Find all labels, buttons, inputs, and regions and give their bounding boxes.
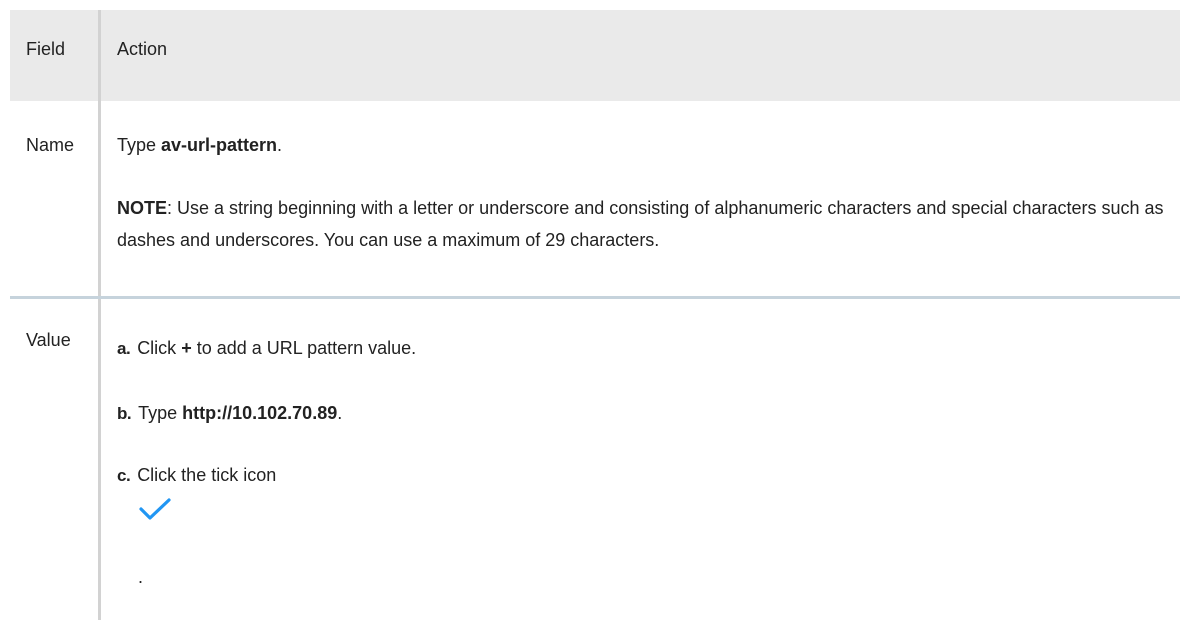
type-suffix: .: [277, 135, 283, 155]
field-value-label: Value: [26, 330, 71, 350]
step-b: b. Type http://10.102.70.89.: [117, 402, 342, 425]
name-value: av-url-pattern: [161, 135, 278, 155]
name-note: NOTE: Use a string beginning with a lett…: [117, 192, 1167, 256]
step-marker: b.: [117, 404, 132, 423]
header-field: Field: [26, 39, 66, 59]
check-icon: [139, 498, 171, 520]
type-prefix: Type: [117, 135, 162, 155]
step-marker: c.: [117, 466, 131, 485]
name-type-instruction: Type av-url-pattern.: [117, 134, 282, 156]
step-bold: +: [181, 338, 192, 358]
step-prefix: Type: [138, 403, 183, 423]
field-name-label: Name: [26, 135, 75, 155]
table-header: [10, 10, 1180, 101]
step-bold: http://10.102.70.89: [182, 403, 338, 423]
step-prefix: Click: [137, 338, 182, 358]
note-label: NOTE: [117, 198, 168, 218]
step-c: c. Click the tick icon: [117, 464, 276, 487]
step-prefix: Click the tick icon: [137, 465, 277, 485]
step-suffix: .: [337, 403, 343, 423]
step-marker: a.: [117, 339, 131, 358]
field-action-table: Field Action Name Type av-url-pattern. N…: [10, 10, 1180, 620]
column-divider: [98, 10, 101, 620]
header-action: Action: [117, 39, 168, 59]
step-a: a. Click + to add a URL pattern value.: [117, 337, 416, 360]
note-text: : Use a string beginning with a letter o…: [117, 198, 1164, 250]
step-suffix: to add a URL pattern value.: [191, 338, 417, 358]
row-divider: [10, 296, 1180, 299]
trailing-period: .: [138, 567, 144, 587]
